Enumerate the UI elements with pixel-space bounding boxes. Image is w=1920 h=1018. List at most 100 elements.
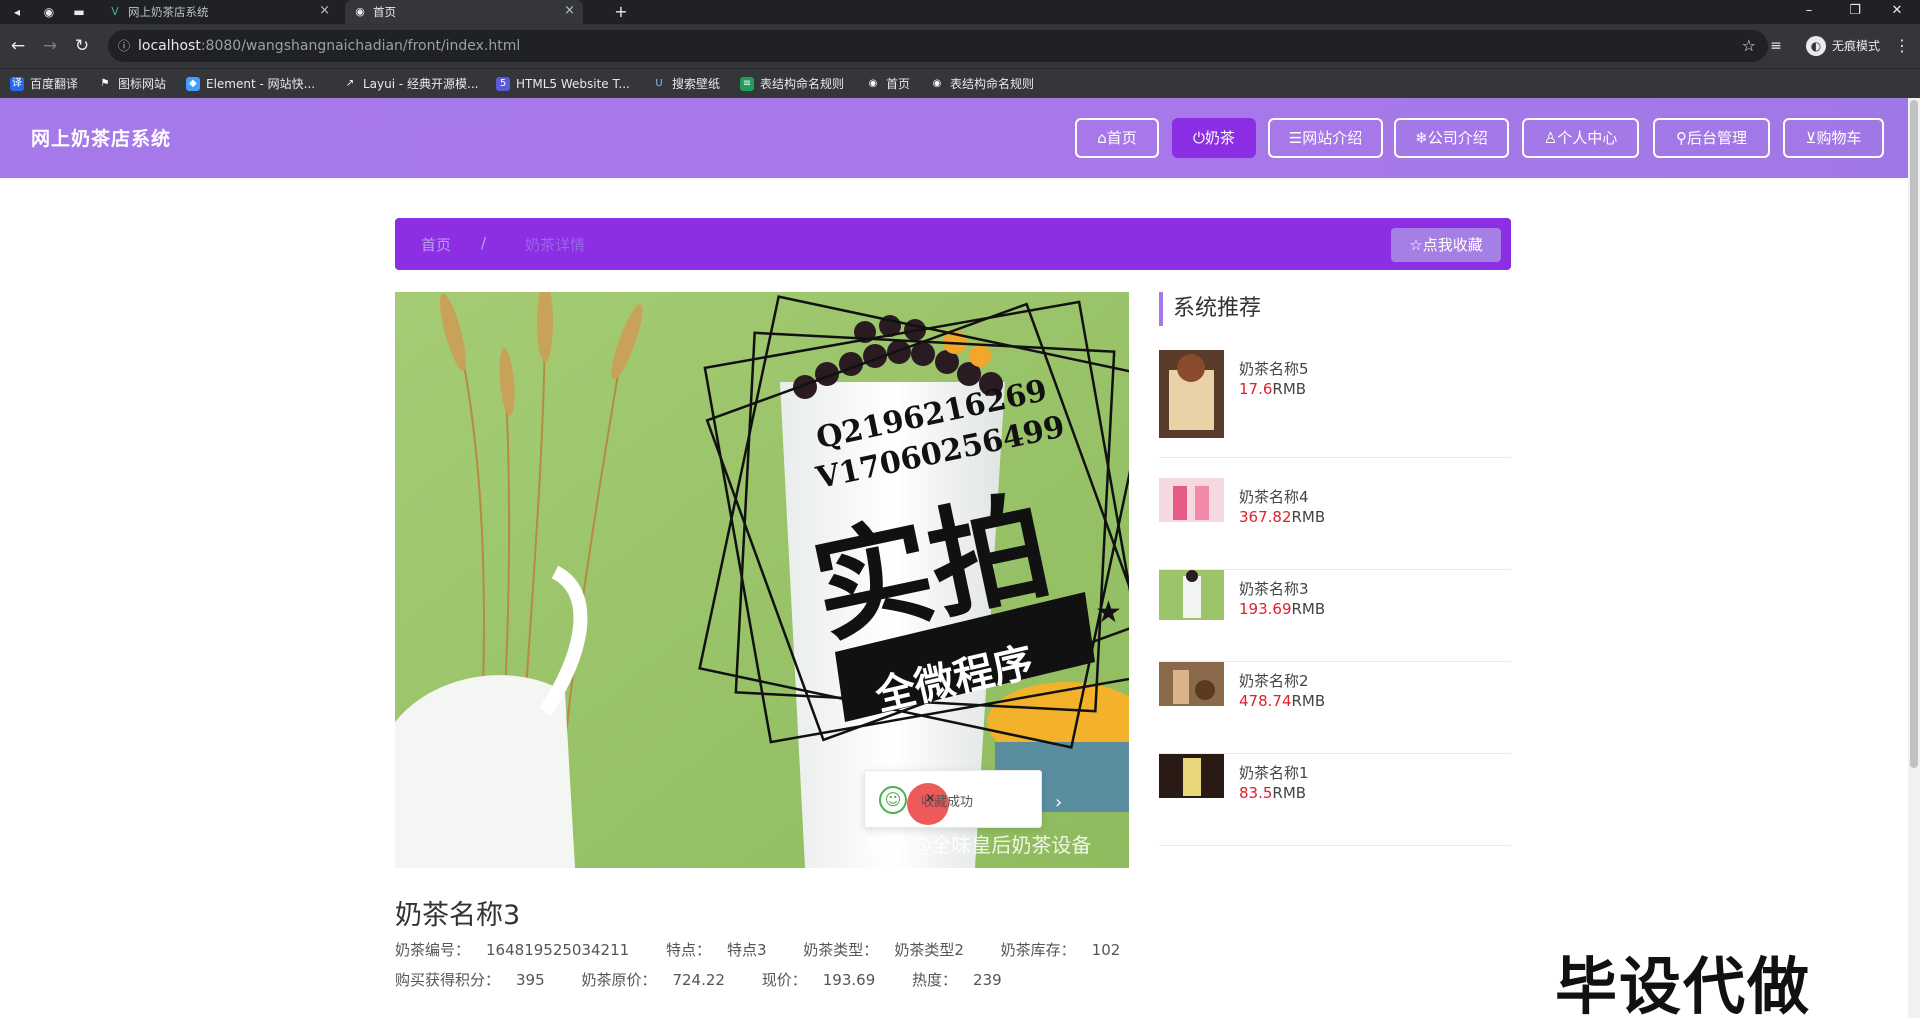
minimize-icon[interactable]: –: [1786, 0, 1832, 24]
recommend-thumb[interactable]: [1159, 350, 1224, 438]
breadcrumb: 首页 / 奶茶详情 ☆点我收藏: [395, 218, 1511, 270]
recommend-item[interactable]: 奶茶名称3 193.69RMB: [1159, 570, 1511, 662]
product-info-line-2: 购买获得积分： 395 奶茶原价： 724.22 现价： 193.69 热度： 239: [395, 969, 1034, 990]
nav-company-intro[interactable]: ❄公司介绍: [1394, 118, 1509, 158]
globe-icon: ◉: [932, 78, 942, 89]
flag-icon: ⚑: [100, 78, 110, 89]
tab-title: 网上奶茶店系统: [128, 5, 209, 19]
user-icon: ♙: [1543, 129, 1558, 147]
bookmark-item[interactable]: 5 HTML5 Website T...: [496, 75, 630, 93]
scrollbar-thumb[interactable]: [1910, 100, 1918, 768]
cart-icon: ⊻: [1805, 129, 1817, 147]
mute-icon[interactable]: ◂: [8, 3, 26, 21]
wallpaper-icon: U: [655, 78, 663, 89]
browser-tab-bar: ◂ ◉ ▬ V 网上奶茶店系统 × ◉ 首页 × + – ❐ ✕: [0, 0, 1920, 24]
recommend-price: 367.82RMB: [1239, 508, 1326, 526]
recommend-price: 17.6RMB: [1239, 380, 1307, 398]
field-current-price: 现价： 193.69: [761, 971, 876, 989]
browser-tab-1[interactable]: V 网上奶茶店系统 ×: [100, 0, 338, 24]
bookmark-item[interactable]: ⚑ 图标网站: [98, 75, 167, 93]
bookmark-item[interactable]: ◉ 表结构命名规则: [930, 75, 1034, 93]
recommend-item[interactable]: 奶茶名称5 17.6RMB: [1159, 350, 1511, 458]
site-title: 网上奶茶店系统: [31, 128, 172, 150]
globe-icon[interactable]: ◉: [40, 3, 58, 21]
nav-cart[interactable]: ⊻购物车: [1783, 118, 1884, 158]
bookmark-item[interactable]: 译百度翻译: [10, 75, 78, 93]
nav-site-intro[interactable]: ☰网站介绍: [1268, 118, 1383, 158]
nav-personal-center[interactable]: ♙个人中心: [1522, 118, 1639, 158]
breadcrumb-current: 奶茶详情: [525, 236, 586, 254]
menu-icon[interactable]: ⋮: [1890, 34, 1914, 58]
bookmark-item[interactable]: ◆ Element - 网站快...: [186, 75, 315, 93]
html5-icon: 5: [496, 77, 510, 91]
close-icon[interactable]: ×: [564, 3, 575, 18]
recommend-item[interactable]: 奶茶名称4 367.82RMB: [1159, 478, 1511, 570]
nav-admin[interactable]: ⚲后台管理: [1653, 118, 1770, 158]
recommend-thumb[interactable]: [1159, 570, 1224, 620]
bookmark-item[interactable]: ≡ 表结构命名规则: [740, 75, 844, 93]
info-icon[interactable]: ⓘ: [118, 30, 130, 62]
recommend-item[interactable]: 奶茶名称1 83.5RMB: [1159, 754, 1511, 846]
new-tab-button[interactable]: +: [612, 3, 630, 21]
recommend-price: 83.5RMB: [1239, 784, 1307, 802]
forward-icon[interactable]: →: [38, 34, 62, 58]
bookmark-item[interactable]: ↗ Layui - 经典开源模...: [343, 75, 479, 93]
page-scrollbar[interactable]: [1908, 98, 1920, 1018]
recommend-price: 478.74RMB: [1239, 692, 1326, 710]
corner-logo-text: 毕设代做: [1555, 950, 1812, 1018]
recommend-thumb[interactable]: [1159, 754, 1224, 798]
field-heat: 热度： 239: [912, 971, 1002, 989]
field-feature: 特点： 特点3: [665, 941, 767, 959]
recommend-price: 193.69RMB: [1239, 600, 1326, 618]
list-icon: ☰: [1288, 129, 1303, 147]
sheet-icon: ≡: [740, 77, 754, 91]
toast-close-icon[interactable]: ×: [925, 791, 936, 806]
restore-icon[interactable]: ❐: [1832, 0, 1878, 24]
url-host: localhost: [138, 38, 201, 54]
svg-text:★: ★: [840, 660, 867, 695]
browser-tab-2[interactable]: ◉ 首页 ×: [345, 0, 583, 24]
product-title: 奶茶名称3: [395, 900, 521, 931]
window-icon[interactable]: ▬: [70, 3, 88, 21]
recommend-thumb[interactable]: [1159, 478, 1224, 522]
svg-text:★: ★: [1095, 595, 1122, 630]
snowflake-icon: ❄: [1415, 129, 1428, 147]
web-page: 网上奶茶店系统 ⌂首页 ⏻奶茶 ☰网站介绍 ❄公司介绍 ♙个人中心 ⚲后台管理 …: [0, 98, 1920, 1018]
favorite-button[interactable]: ☆点我收藏: [1391, 228, 1501, 262]
recommend-item[interactable]: 奶茶名称2 478.74RMB: [1159, 662, 1511, 754]
success-toast: ☺ 收藏成功 ×: [864, 770, 1042, 828]
breadcrumb-home[interactable]: 首页: [421, 234, 451, 255]
field-points: 购买获得积分： 395: [395, 971, 545, 989]
home-icon: ⌂: [1097, 129, 1107, 147]
globe-icon: ◉: [868, 78, 878, 89]
recommend-heading: 系统推荐: [1159, 292, 1261, 326]
incognito-icon: ◐: [1805, 36, 1826, 56]
layui-icon: ↗: [345, 78, 355, 89]
address-bar: ← → ↻ ⓘ localhost:8080/wangshangnaichadi…: [0, 24, 1920, 68]
field-stock: 奶茶库存： 102: [1000, 941, 1121, 959]
carousel-next-icon[interactable]: ›: [1055, 792, 1062, 813]
back-icon[interactable]: ←: [6, 34, 30, 58]
tab-title: 首页: [373, 5, 396, 19]
nav-home[interactable]: ⌂首页: [1075, 118, 1159, 158]
window-close-icon[interactable]: ✕: [1874, 0, 1920, 24]
product-info-line-1: 奶茶编号： 164819525034211 特点： 特点3 奶茶类型： 奶茶类型2 奶…: [395, 939, 1152, 960]
incognito-indicator[interactable]: ◐ 无痕模式: [1805, 34, 1880, 58]
nav-milk-tea[interactable]: ⏻奶茶: [1172, 118, 1256, 158]
url-path: :8080/wangshangnaichadian/front/index.ht…: [200, 38, 521, 54]
bookmark-item[interactable]: U 搜索壁纸: [652, 75, 720, 93]
reading-list-icon[interactable]: ≡: [1764, 34, 1788, 58]
smile-icon: ☺: [879, 786, 907, 814]
bookmark-star-icon[interactable]: ☆: [1742, 30, 1756, 62]
reload-icon[interactable]: ↻: [70, 34, 94, 58]
url-input[interactable]: ⓘ localhost:8080/wangshangnaichadian/fro…: [108, 30, 1768, 62]
image-credit: 知乎 @全味皇后奶茶设备: [865, 833, 1091, 857]
power-icon: ⏻: [1193, 129, 1205, 147]
bookmark-item[interactable]: ◉ 首页: [866, 75, 910, 93]
close-icon[interactable]: ×: [319, 3, 330, 18]
element-icon: ◆: [186, 77, 200, 91]
recommend-thumb[interactable]: [1159, 662, 1224, 706]
site-header: 网上奶茶店系统 ⌂首页 ⏻奶茶 ☰网站介绍 ❄公司介绍 ♙个人中心 ⚲后台管理 …: [0, 98, 1908, 178]
field-code: 奶茶编号： 164819525034211: [395, 941, 630, 959]
incognito-label: 无痕模式: [1831, 39, 1880, 53]
